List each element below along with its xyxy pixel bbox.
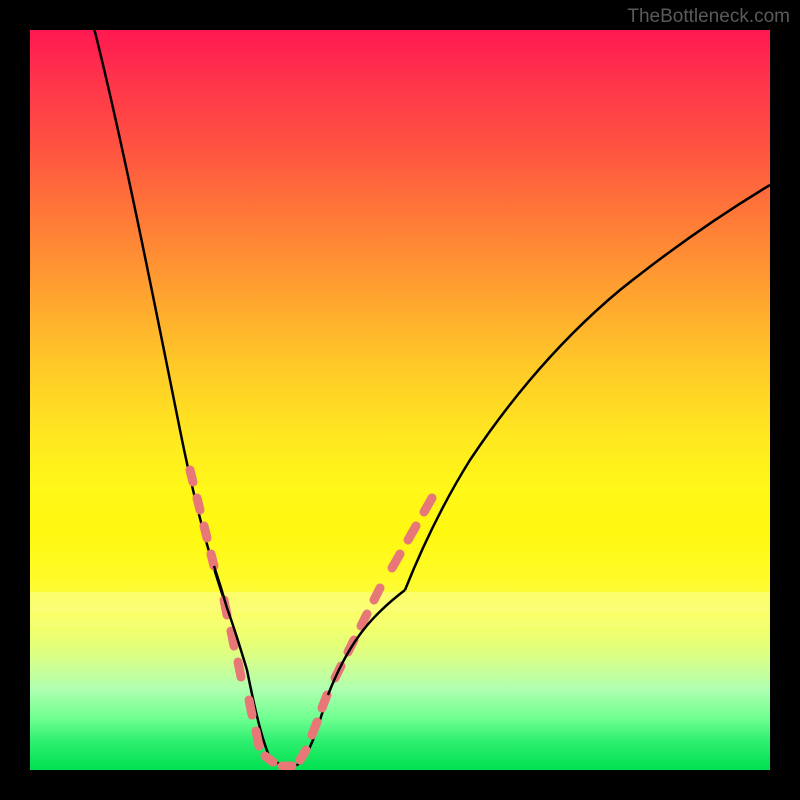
dotted-overlay-left-upper [190, 470, 214, 566]
curve-connector-right [328, 590, 405, 695]
curve-right-branch [405, 185, 770, 590]
watermark-text: TheBottleneck.com [627, 6, 790, 28]
chart-plot-area [30, 30, 770, 770]
dotted-overlay-right-upper [392, 498, 432, 568]
bottleneck-curve [30, 30, 770, 770]
curve-left-branch [92, 30, 227, 608]
